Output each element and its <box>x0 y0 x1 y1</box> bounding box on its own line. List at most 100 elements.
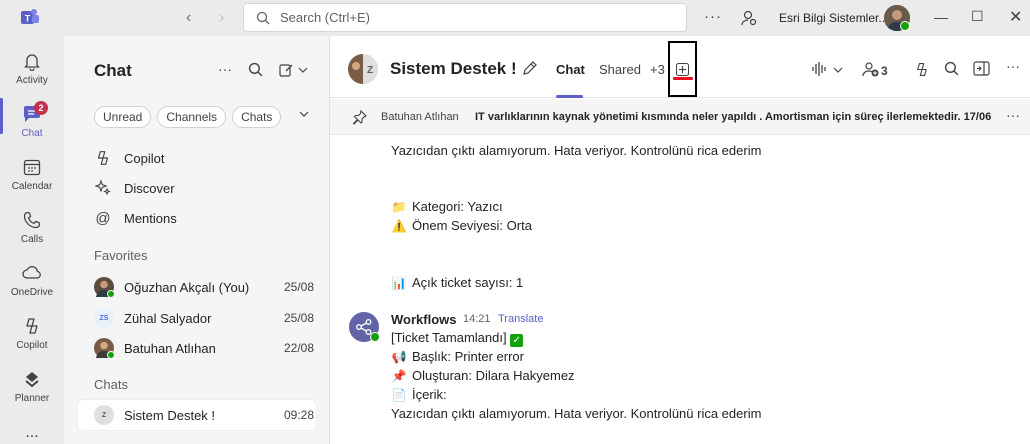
at-icon: @ <box>95 210 111 227</box>
megaphone-icon: 📢 <box>391 350 407 364</box>
planner-icon <box>25 372 39 388</box>
chats-section-label: Chats <box>94 377 128 392</box>
rail-item-calls[interactable]: Calls <box>0 209 64 245</box>
quick-item-discover[interactable]: Discover <box>94 179 175 197</box>
avatar <box>94 338 115 359</box>
rail-label-calendar: Calendar <box>11 181 53 192</box>
message-text: Yazıcıdan çıktı alamıyorum. Hata veriyor… <box>391 143 762 158</box>
rail-label-copilot: Copilot <box>16 340 48 351</box>
svg-text:T: T <box>25 14 31 24</box>
pinned-author: Batuhan Atlıhan <box>381 111 459 123</box>
message-line: 📌 Oluşturan: Dilara Hakyemez <box>391 368 575 383</box>
new-chat-icon[interactable] <box>278 62 294 78</box>
quick-label-copilot: Copilot <box>124 150 165 166</box>
rail-item-calendar[interactable]: Calendar <box>0 156 64 192</box>
forward-arrow-icon[interactable]: › <box>219 9 224 27</box>
search-input[interactable]: Search (Ctrl+E) <box>243 3 687 32</box>
search-placeholder: Search (Ctrl+E) <box>280 10 370 25</box>
tab-more-count[interactable]: +3 <box>650 62 665 77</box>
tab-shared[interactable]: Shared <box>599 62 641 77</box>
minimize-icon[interactable]: — <box>934 9 948 25</box>
category-text: Kategori: Yazıcı <box>412 199 503 214</box>
bell-icon <box>24 54 40 71</box>
filters-expand-chevron-icon[interactable] <box>299 111 309 117</box>
filter-channels[interactable]: Channels <box>157 106 227 128</box>
rail-more-apps[interactable]: ... <box>0 424 64 442</box>
warning-icon: ⚠️ <box>391 219 407 233</box>
quick-item-copilot[interactable]: Copilot <box>94 149 164 167</box>
favorite-name: Batuhan Atlıhan <box>124 340 216 356</box>
add-tab-button[interactable] <box>668 41 697 97</box>
pinned-message-bar[interactable]: Batuhan Atlıhan IT varlıklarının kaynak … <box>330 99 1030 135</box>
maximize-icon[interactable]: ☐ <box>971 8 984 25</box>
chat-name: Sistem Destek ! <box>124 407 216 423</box>
message-line: [Ticket Tamamlandı] ✓ <box>391 330 524 347</box>
rename-pencil-icon[interactable] <box>521 60 538 77</box>
content-label: İçerik: <box>412 387 447 402</box>
filter-chats[interactable]: Chats <box>232 106 282 128</box>
rail-item-activity[interactable]: Activity <box>0 50 64 86</box>
chat-main: Z Sistem Destek ! Chat Shared +3 3 ··· B… <box>330 36 1030 444</box>
org-name[interactable]: Esri Bilgi Sistemler... <box>779 11 888 25</box>
group-avatar: Z <box>94 405 114 425</box>
message-line: 📄 İçerik: <box>391 387 447 402</box>
rail-label-activity: Activity <box>16 75 48 86</box>
pushpin-icon: 📌 <box>391 369 407 383</box>
audio-call-icon[interactable] <box>811 61 829 77</box>
chat-filters: Unread Channels Chats <box>94 106 282 128</box>
chat-header: Z Sistem Destek ! Chat Shared +3 3 ··· <box>330 36 1030 98</box>
back-arrow-icon[interactable]: ‹ <box>186 9 191 27</box>
creator-text: Oluşturan: Dilara Hakyemez <box>412 368 575 383</box>
ticket-completed-text: [Ticket Tamamlandı] <box>391 330 507 345</box>
rail-label-planner: Planner <box>14 393 50 404</box>
copilot-icon[interactable] <box>913 61 931 78</box>
presence-available-icon <box>900 21 910 31</box>
rail-item-chat[interactable]: 2 Chat <box>0 101 64 139</box>
rail-item-onedrive[interactable]: OneDrive <box>0 262 64 298</box>
message-line: ⚠️ Önem Seviyesi: Orta <box>391 218 532 233</box>
pop-out-icon[interactable] <box>973 61 990 76</box>
people-settings-icon[interactable] <box>740 9 758 27</box>
sparkle-icon <box>94 179 111 196</box>
search-in-chat-icon[interactable] <box>944 61 959 76</box>
favorite-item[interactable]: Oğuzhan Akçalı (You) 25/08 <box>94 274 314 300</box>
tab-chat[interactable]: Chat <box>556 62 585 77</box>
pinned-text: IT varlıklarının kaynak yönetimi kısmınd… <box>475 111 992 123</box>
group-initial: Z <box>367 65 373 76</box>
message-line: 📁 Kategori: Yazıcı <box>391 199 503 214</box>
chat-panel-title: Chat <box>94 61 132 80</box>
chat-search-icon[interactable] <box>248 62 263 77</box>
more-options-icon[interactable]: ··· <box>704 8 722 25</box>
title-bar: T ‹ › Search (Ctrl+E) ··· Esri Bilgi Sis… <box>0 0 1030 36</box>
workflows-avatar[interactable] <box>349 312 380 342</box>
rail-label-chat: Chat <box>21 128 43 139</box>
message-line: 📢 Başlık: Printer error <box>391 349 524 364</box>
quick-item-mentions[interactable]: @ Mentions <box>94 210 176 227</box>
favorite-item[interactable]: ZS Zühal Salyador 25/08 <box>94 305 314 331</box>
call-options-chevron-icon[interactable] <box>833 67 843 73</box>
avatar <box>94 277 115 298</box>
translate-link[interactable]: Translate <box>498 313 543 325</box>
participants-icon[interactable] <box>862 61 880 78</box>
header-more-options-icon[interactable]: ··· <box>1006 58 1020 74</box>
add-icon <box>676 62 689 76</box>
rail-item-planner[interactable]: Planner <box>0 368 64 404</box>
chat-item-selected[interactable]: Z Sistem Destek ! 09:28 <box>94 402 314 428</box>
chat-time: 09:28 <box>283 408 314 422</box>
folder-icon: 📁 <box>391 200 407 214</box>
presence-available-icon <box>370 332 380 342</box>
message-line: 📊 Açık ticket sayısı: 1 <box>391 275 524 290</box>
favorite-date: 25/08 <box>283 280 314 294</box>
pinned-more-options-icon[interactable]: ··· <box>1006 107 1020 123</box>
sender-name[interactable]: Workflows <box>391 312 457 327</box>
chat-more-options-icon[interactable]: ··· <box>218 61 232 77</box>
app-rail: Activity 2 Chat Calendar Calls OneDrive … <box>0 36 64 444</box>
filter-unread[interactable]: Unread <box>94 106 152 128</box>
rail-item-copilot[interactable]: Copilot <box>0 315 64 351</box>
new-chat-chevron-icon[interactable] <box>298 67 308 73</box>
tab-active-indicator <box>556 95 583 98</box>
favorite-item[interactable]: Batuhan Atlıhan 22/08 <box>94 335 314 361</box>
chat-list-panel: Chat ··· Unread Channels Chats Copilot D… <box>64 36 330 444</box>
close-icon[interactable]: ✕ <box>1009 7 1022 27</box>
group-avatar: Z <box>348 54 378 84</box>
